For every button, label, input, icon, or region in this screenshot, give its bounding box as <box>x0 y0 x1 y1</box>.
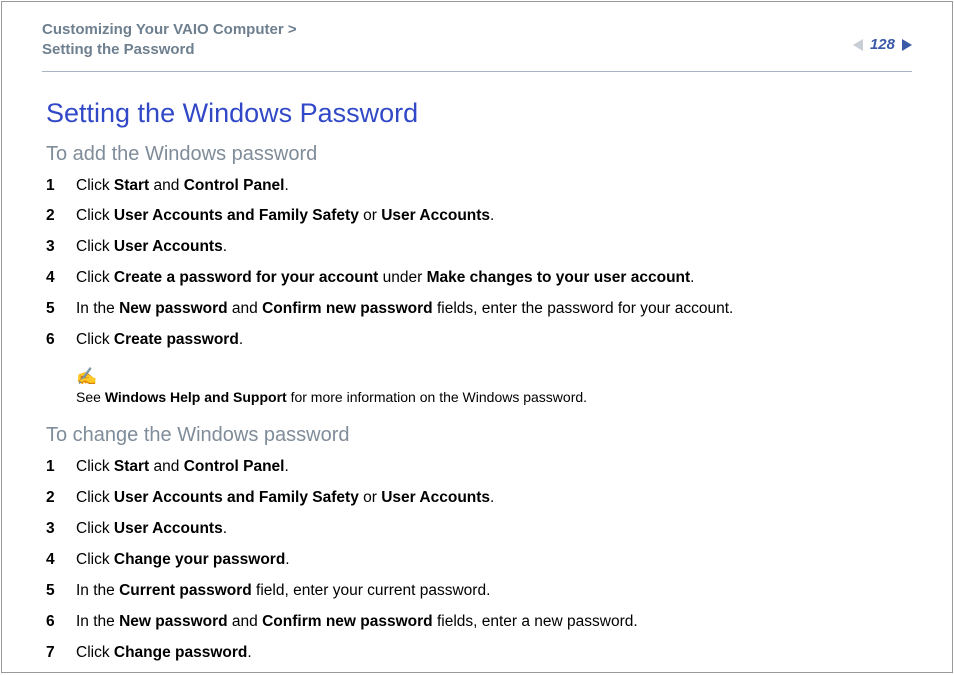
step-item: Click Change password. <box>46 643 912 664</box>
step-item: Click User Accounts and Family Safety or… <box>46 488 912 509</box>
next-page-icon[interactable] <box>902 39 912 51</box>
step-item: Click Change your password. <box>46 550 912 571</box>
step-item: Click User Accounts. <box>46 519 912 540</box>
prev-page-icon[interactable] <box>853 39 863 51</box>
page-header: Customizing Your VAIO Computer > Setting… <box>42 20 912 61</box>
note-text: See Windows Help and Support for more in… <box>76 389 587 405</box>
step-item: Click User Accounts. <box>46 237 912 258</box>
breadcrumb-line-2: Setting the Password <box>42 41 195 58</box>
step-item: Click Start and Control Panel. <box>46 457 912 478</box>
header-divider <box>42 71 912 72</box>
page-title: Setting the Windows Password <box>46 98 912 129</box>
step-item: Click Create a password for your account… <box>46 268 912 289</box>
step-item: In the New password and Confirm new pass… <box>46 299 912 320</box>
note-block: ✍ See Windows Help and Support for more … <box>46 367 912 406</box>
breadcrumb: Customizing Your VAIO Computer > Setting… <box>42 20 297 61</box>
change-password-steps: Click Start and Control Panel. Click User… <box>46 457 912 663</box>
add-password-steps: Click Start and Control Panel. Click User… <box>46 176 912 352</box>
page-navigator: 128 <box>853 20 912 53</box>
step-item: Click Create password. <box>46 330 912 351</box>
add-password-heading: To add the Windows password <box>46 143 912 166</box>
step-item: Click User Accounts and Family Safety or… <box>46 206 912 227</box>
change-password-heading: To change the Windows password <box>46 424 912 447</box>
step-item: In the Current password field, enter you… <box>46 581 912 602</box>
step-item: Click Start and Control Panel. <box>46 176 912 197</box>
page-number: 128 <box>867 36 898 53</box>
breadcrumb-line-1: Customizing Your VAIO Computer > <box>42 21 297 38</box>
document-page: Customizing Your VAIO Computer > Setting… <box>1 1 953 673</box>
page-content: Setting the Windows Password To add the … <box>42 98 912 664</box>
step-item: In the New password and Confirm new pass… <box>46 612 912 633</box>
note-icon: ✍ <box>76 367 912 387</box>
